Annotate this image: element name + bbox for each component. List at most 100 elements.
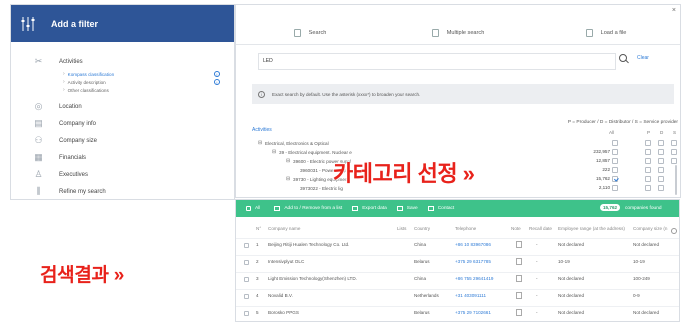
checkbox-p[interactable]: [645, 185, 651, 191]
document-icon: ▤: [34, 118, 43, 128]
col-d: D: [660, 130, 664, 135]
row-company-name[interactable]: Novalid B.V.: [268, 293, 293, 298]
filter-refine[interactable]: ⫼ Refine my search: [11, 183, 234, 199]
subitem-activity-description[interactable]: › Activity description i: [11, 78, 234, 86]
save-label: Save: [406, 206, 418, 211]
filter-location[interactable]: ◎ Location: [11, 98, 234, 115]
col-telephone: Telephone: [455, 226, 477, 231]
filter-company-size[interactable]: ⚇ Company size: [11, 132, 234, 149]
table-row[interactable]: 5 Borosko PPGS Belarus +375 29 7102661 -…: [236, 306, 679, 319]
row-company-name[interactable]: Beijing Ritiji Hualen Technology Co. Ltd…: [268, 242, 349, 247]
checkbox-all[interactable]: [612, 185, 618, 191]
select-all-checkbox[interactable]: [246, 206, 251, 211]
table-header: N° Company name Lists Country Telephone …: [236, 226, 679, 236]
checkbox-s[interactable]: [671, 158, 677, 164]
row-telephone[interactable]: +375 29 6317785: [455, 259, 491, 264]
filter-activities[interactable]: ✂ Activities: [11, 53, 234, 70]
checkbox-all[interactable]: [612, 140, 618, 146]
checkbox-p[interactable]: [645, 158, 651, 164]
checkbox-d[interactable]: [658, 167, 664, 173]
checkbox-p[interactable]: [645, 140, 651, 146]
tab-multiple-search[interactable]: Multiple search: [384, 25, 532, 41]
tab-load-file[interactable]: Load a file: [532, 25, 680, 41]
tab-search[interactable]: Search: [236, 25, 384, 41]
row-checkbox[interactable]: [244, 277, 249, 282]
gear-icon[interactable]: [671, 228, 677, 234]
tree-item[interactable]: ⊟ Electrical, Electronics & Optical: [258, 139, 329, 148]
row-checkbox[interactable]: [244, 294, 249, 299]
search-input[interactable]: LED: [258, 53, 616, 70]
contact-label: Contact: [437, 206, 455, 211]
export-button[interactable]: Export data: [352, 206, 387, 211]
table-row[interactable]: 2 Intensivplyut OLC Belarus +375 29 6317…: [236, 255, 679, 268]
row-company-name[interactable]: Light Emission Technology(Shenzhen) LTD.: [268, 276, 357, 281]
row-telephone[interactable]: +86 755 29641419: [455, 276, 493, 281]
note-icon[interactable]: [516, 241, 522, 248]
checkbox-p[interactable]: [645, 149, 651, 155]
search-icon[interactable]: [619, 54, 629, 64]
row-company-name[interactable]: Intensivplyut OLC: [268, 259, 304, 264]
search-tab-icon: [293, 29, 301, 37]
table-row[interactable]: 3 Light Emission Technology(Shenzhen) LT…: [236, 272, 679, 285]
checkbox-all-checked[interactable]: [612, 176, 618, 182]
checkbox-all[interactable]: [612, 149, 618, 155]
collapse-icon[interactable]: ⊟: [258, 141, 262, 146]
row-company-name[interactable]: Borosko PPGS: [268, 310, 299, 315]
col-country[interactable]: Country: [414, 226, 430, 231]
checkbox-all[interactable]: [612, 158, 618, 164]
note-icon[interactable]: [516, 292, 522, 299]
checkbox-d[interactable]: [658, 158, 664, 164]
row-telephone[interactable]: +31 403091111: [455, 293, 486, 298]
row-checkbox[interactable]: [244, 260, 249, 265]
location-pin-icon: ◎: [34, 101, 43, 111]
checkbox-d[interactable]: [658, 185, 664, 191]
results-count-label: companies found: [625, 206, 662, 211]
row-telephone[interactable]: +375 29 7102661: [455, 310, 491, 315]
note-icon[interactable]: [516, 258, 522, 265]
note-icon[interactable]: [516, 309, 522, 316]
checkbox-d[interactable]: [658, 149, 664, 155]
save-button[interactable]: Save: [396, 206, 418, 211]
col-company-name[interactable]: Company name: [268, 226, 300, 231]
list-icon: [431, 29, 439, 37]
collapse-icon[interactable]: ⊟: [272, 150, 276, 155]
row-telephone[interactable]: +86 10 83967086: [455, 242, 491, 247]
col-number: N°: [256, 226, 262, 231]
collapse-icon[interactable]: ⊟: [286, 159, 290, 164]
annotation-category-selection: 카테고리 선정 »: [333, 161, 475, 186]
clear-link[interactable]: Clear: [637, 55, 649, 61]
note-icon[interactable]: [516, 275, 522, 282]
row-checkbox[interactable]: [244, 311, 249, 316]
subitem-other-classifications[interactable]: › Other classifications: [11, 86, 234, 94]
filter-location-label: Location: [59, 103, 82, 110]
checkbox-p[interactable]: [645, 176, 651, 182]
tree-item-label: Electrical, Electronics & Optical: [265, 141, 329, 146]
select-all[interactable]: All: [246, 206, 260, 211]
scrollbar[interactable]: [675, 165, 677, 195]
row-recall-date: -: [536, 276, 538, 281]
col-employee-range[interactable]: Employee range (at the address): [558, 226, 625, 231]
checkbox-all[interactable]: [612, 167, 618, 173]
checkbox-s[interactable]: [671, 140, 677, 146]
checkbox-s[interactable]: [671, 149, 677, 155]
table-row[interactable]: 4 Novalid B.V. Netherlands +31 403091111…: [236, 289, 679, 302]
checkbox-p[interactable]: [645, 167, 651, 173]
filter-financials[interactable]: ▦ Financials: [11, 149, 234, 166]
info-icon[interactable]: i: [214, 79, 220, 85]
checkbox-d[interactable]: [658, 140, 664, 146]
table-row[interactable]: 1 Beijing Ritiji Hualen Technology Co. L…: [236, 238, 679, 251]
info-icon[interactable]: i: [214, 71, 220, 77]
tree-item-label: 39 - Electrical equipment. Nuclear e: [279, 150, 352, 155]
col-company-size[interactable]: Company size (n: [633, 226, 667, 231]
close-icon[interactable]: ×: [672, 7, 676, 14]
add-remove-list-button[interactable]: Add to / Remove from a list: [274, 206, 342, 211]
checkbox-d[interactable]: [658, 176, 664, 182]
row-size: Not declared: [633, 310, 660, 315]
collapse-icon[interactable]: ⊟: [286, 177, 290, 182]
row-number: 3: [256, 276, 259, 281]
filter-company-info[interactable]: ▤ Company info: [11, 115, 234, 132]
subitem-kompass-classification[interactable]: › Kompass classification i: [11, 70, 234, 78]
row-checkbox[interactable]: [244, 243, 249, 248]
contact-button[interactable]: Contact: [427, 206, 455, 211]
filter-executives[interactable]: ♙ Executives: [11, 166, 234, 183]
